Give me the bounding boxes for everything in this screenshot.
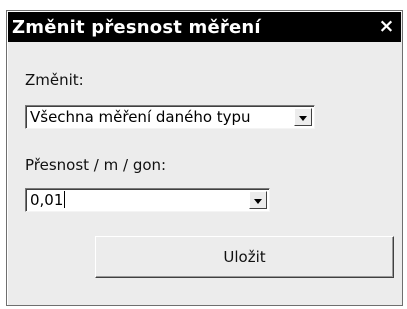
chevron-down-icon <box>299 115 307 121</box>
close-icon: × <box>378 15 395 37</box>
precision-label: Přesnost / m / gon: <box>25 156 167 174</box>
title-bar[interactable]: Změnit přesnost měření × <box>8 12 401 42</box>
precision-combo[interactable]: 0,01 <box>25 188 270 212</box>
text-caret <box>64 191 66 208</box>
change-select-value: Všechna měření daného typu <box>30 108 251 126</box>
save-button[interactable]: Uložit <box>95 236 394 278</box>
precision-input[interactable]: 0,01 <box>30 191 63 209</box>
change-select[interactable]: Všechna měření daného typu <box>25 105 315 129</box>
dialog-window: Změnit přesnost měření × Změnit: Všechna… <box>6 10 403 306</box>
change-label: Změnit: <box>25 71 84 89</box>
close-button[interactable]: × <box>376 16 397 37</box>
precision-dropdown-button[interactable] <box>249 191 267 209</box>
change-dropdown-button[interactable] <box>294 108 312 126</box>
chevron-down-icon <box>254 198 262 204</box>
window-title: Změnit přesnost měření <box>12 16 261 38</box>
